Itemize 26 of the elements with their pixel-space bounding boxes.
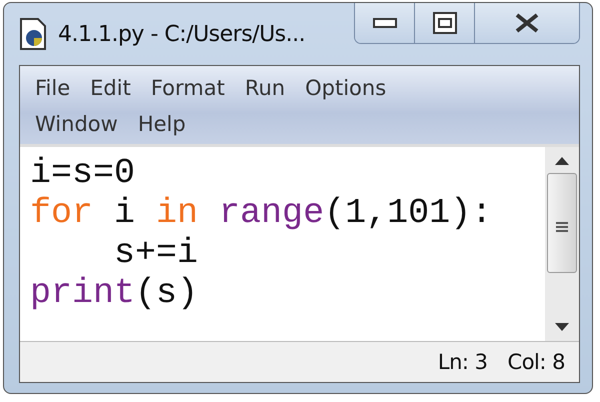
close-button[interactable] (475, 3, 579, 43)
column-number: Col: 8 (508, 350, 565, 374)
menu-item[interactable]: Window (26, 106, 127, 142)
window-title: 4.1.1.py - C:/Users/Us... (58, 22, 306, 46)
scrollbar[interactable] (545, 147, 579, 341)
close-icon (514, 13, 540, 33)
python-file-icon (18, 17, 48, 51)
minimize-button[interactable] (355, 3, 415, 43)
menu-item[interactable]: Edit (81, 70, 140, 106)
line-number: Ln: 3 (438, 350, 488, 374)
menu-item[interactable]: Run (236, 70, 294, 106)
code-line: s+=i (113, 233, 198, 273)
code-line: for i in range(1,101): (30, 193, 492, 233)
scroll-up-icon (555, 157, 569, 165)
code-line: print(s) (30, 273, 198, 313)
scroll-thumb[interactable] (547, 173, 577, 273)
menu-item[interactable]: Help (128, 106, 195, 142)
restore-icon (432, 12, 456, 34)
restore-button[interactable] (415, 3, 475, 43)
menu-item[interactable]: Format (142, 70, 234, 106)
scroll-down-icon (555, 323, 569, 331)
grip-icon (556, 222, 568, 232)
minimize-icon (372, 18, 396, 28)
menu-item[interactable]: File (26, 70, 80, 106)
code-line: i=s=0 (30, 153, 136, 193)
menu-item[interactable]: Options (296, 70, 396, 106)
